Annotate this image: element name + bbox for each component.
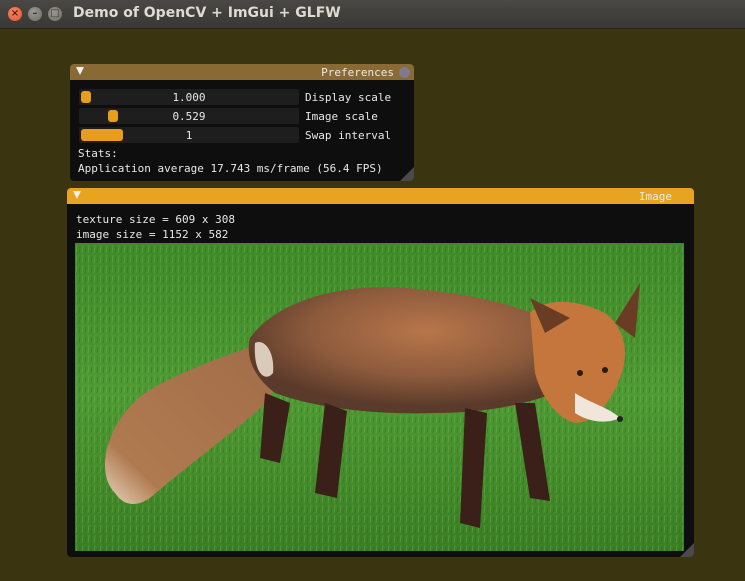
collapse-arrow-icon[interactable] — [73, 191, 81, 199]
image-title: Image — [638, 190, 672, 203]
image-window: Image texture size = 609 x 308 image siz… — [67, 188, 694, 557]
slider-value: 1 — [185, 129, 193, 142]
window-title: Demo of OpenCV + ImGui + GLFW — [73, 5, 341, 21]
resize-grip-icon[interactable] — [400, 167, 414, 181]
collapse-arrow-icon[interactable] — [76, 67, 84, 75]
preferences-title: Preferences — [321, 66, 394, 79]
image-title-bar[interactable]: Image — [67, 188, 694, 204]
preferences-window: Preferences 1.000 Display scale 0.529 Im… — [70, 64, 414, 181]
slider-label: Image scale — [305, 110, 378, 123]
close-circle-icon[interactable] — [399, 67, 410, 78]
slider-label: Display scale — [305, 91, 392, 104]
slider-label: Swap interval — [305, 129, 392, 142]
close-window-icon[interactable]: × — [8, 7, 22, 21]
stats-text: Application average 17.743 ms/frame (56.… — [78, 162, 383, 175]
preferences-title-bar[interactable]: Preferences — [70, 64, 414, 80]
window-titlebar: × – □ Demo of OpenCV + ImGui + GLFW — [0, 0, 745, 29]
slider-value: 1.000 — [172, 91, 206, 104]
minimize-window-icon[interactable]: – — [28, 7, 42, 21]
fox-image — [75, 243, 684, 551]
stats-label: Stats: — [78, 147, 118, 160]
resize-grip-icon[interactable] — [680, 543, 694, 557]
image-size-text: image size = 1152 x 582 — [76, 228, 229, 241]
fox-photo-svg — [75, 243, 684, 551]
slider-value: 0.529 — [172, 110, 206, 123]
maximize-window-icon[interactable]: □ — [48, 7, 62, 21]
texture-size-text: texture size = 609 x 308 — [76, 213, 235, 226]
